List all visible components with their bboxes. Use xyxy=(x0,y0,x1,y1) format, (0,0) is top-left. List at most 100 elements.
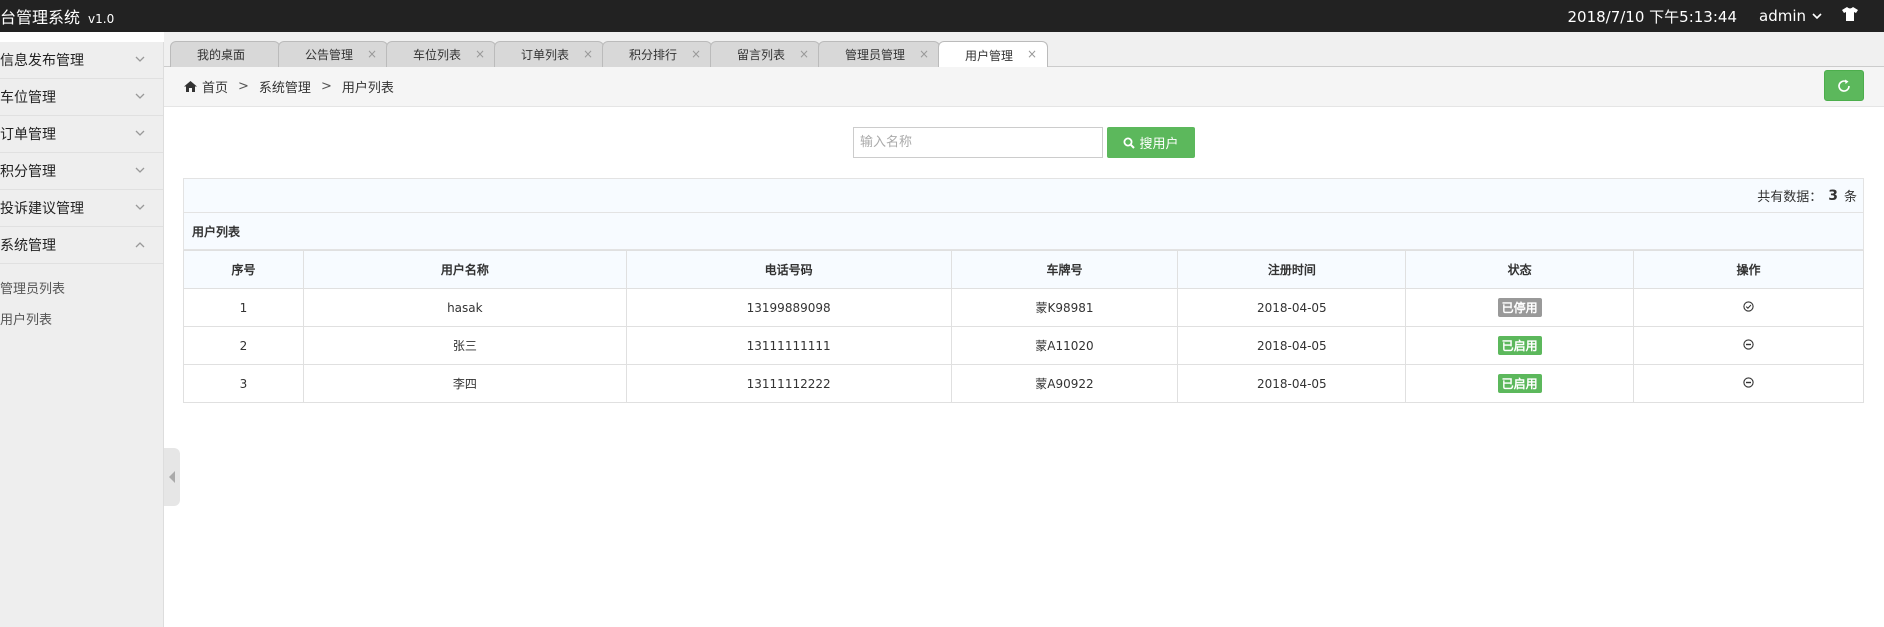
breadcrumb-separator: > xyxy=(320,79,332,94)
tab-notice[interactable]: 公告管理 × xyxy=(278,41,388,67)
status-badge: 已启用 xyxy=(1497,374,1542,393)
cell-action xyxy=(1633,364,1864,403)
chevron-down-icon xyxy=(135,204,145,210)
column-header: 电话号码 xyxy=(625,250,952,289)
sidebar-item-system[interactable]: 系统管理 xyxy=(0,227,163,264)
cell-plate: 蒙A90922 xyxy=(950,364,1179,403)
search-user-button[interactable]: 搜用户 xyxy=(1107,127,1195,158)
sidebar-item-label: 订单管理 xyxy=(0,127,56,143)
enable-icon[interactable] xyxy=(1743,300,1754,312)
tab-message-list[interactable]: 留言列表 × xyxy=(710,41,820,67)
sidebar-item-label: 积分管理 xyxy=(0,164,56,180)
column-header: 用户名称 xyxy=(302,250,627,289)
cell-action xyxy=(1633,326,1864,365)
table-row: 3 李四 13111112222 蒙A90922 2018-04-05 已启用 xyxy=(183,364,1864,403)
breadcrumb-home[interactable]: 首页 xyxy=(184,77,228,96)
chevron-down-icon xyxy=(135,130,145,136)
top-bar: 台管理系统 v1.0 2018/7/10 下午5:13:44 admin xyxy=(0,0,1884,32)
tab-close-icon[interactable]: × xyxy=(919,47,929,61)
breadcrumb-level2: 用户列表 xyxy=(341,81,394,96)
chevron-up-icon xyxy=(135,242,145,248)
tab-user-manage[interactable]: 用户管理 × xyxy=(938,41,1048,68)
disable-icon[interactable] xyxy=(1743,376,1754,388)
home-icon xyxy=(184,81,197,92)
cell-name: hasak xyxy=(302,288,627,327)
tab-order-list[interactable]: 订单列表 × xyxy=(494,41,604,67)
cell-name: 张三 xyxy=(302,326,627,365)
sidebar-item-orders[interactable]: 订单管理 xyxy=(0,116,163,153)
sidebar-item-label: 车位管理 xyxy=(0,90,56,106)
tab-desktop[interactable]: 我的桌面 xyxy=(170,41,280,67)
record-count-unit: 条 xyxy=(1843,190,1857,205)
cell-action xyxy=(1633,288,1864,327)
skin-icon[interactable] xyxy=(1842,7,1858,25)
sidebar-item-complaints[interactable]: 投诉建议管理 xyxy=(0,190,163,227)
table-header-row: 序号 用户名称 电话号码 车牌号 注册时间 状态 操作 xyxy=(183,250,1864,289)
user-menu[interactable]: admin xyxy=(1759,7,1822,25)
tab-parking-list[interactable]: 车位列表 × xyxy=(386,41,496,67)
cell-name: 李四 xyxy=(302,364,627,403)
record-count-bar: 共有数据： 3 条 xyxy=(183,178,1864,213)
chevron-left-icon xyxy=(169,471,175,483)
sidebar-item-label: 信息发布管理 xyxy=(0,53,84,69)
sidebar-item-parking[interactable]: 车位管理 xyxy=(0,79,163,116)
cell-phone: 13111111111 xyxy=(625,326,952,365)
breadcrumb-level1: 系统管理 xyxy=(258,81,311,96)
sidebar-collapse-handle[interactable] xyxy=(164,448,180,506)
cell-date: 2018-04-05 xyxy=(1177,326,1407,365)
sidebar-subitem-user-list[interactable]: 用户列表 xyxy=(0,303,163,334)
tab-label: 留言列表 xyxy=(737,48,786,62)
table-row: 2 张三 13111111111 蒙A11020 2018-04-05 已启用 xyxy=(183,326,1864,365)
column-header: 操作 xyxy=(1633,250,1864,289)
tab-admin-manage[interactable]: 管理员管理 × xyxy=(818,41,940,67)
chevron-down-icon xyxy=(135,167,145,173)
record-count-value: 3 xyxy=(1828,187,1838,204)
cell-status: 已启用 xyxy=(1405,364,1635,403)
disable-icon[interactable] xyxy=(1743,338,1754,350)
tab-close-icon[interactable]: × xyxy=(583,47,593,61)
breadcrumb-home-label: 首页 xyxy=(202,81,229,96)
cell-date: 2018-04-05 xyxy=(1177,364,1407,403)
app-brand: 台管理系统 v1.0 xyxy=(0,4,114,28)
sidebar-item-label: 投诉建议管理 xyxy=(0,201,84,217)
tab-label: 用户管理 xyxy=(965,48,1014,63)
record-count-prefix: 共有数据： xyxy=(1757,190,1823,205)
tab-label: 订单列表 xyxy=(521,48,570,62)
search-button-label: 搜用户 xyxy=(1139,137,1179,152)
sidebar: 信息发布管理 车位管理 订单管理 积分管理 投诉建议管理 系统管理 管理员列表 … xyxy=(0,42,164,627)
search-bar: 搜用户 xyxy=(853,127,1195,158)
app-title: 台管理系统 xyxy=(0,8,81,27)
status-badge: 已停用 xyxy=(1497,298,1542,317)
cell-phone: 13199889098 xyxy=(625,288,952,327)
tab-bar: 我的桌面 公告管理 × 车位列表 × 订单列表 × 积分排行 × 留言列表 × … xyxy=(164,32,1884,68)
tab-label: 积分排行 xyxy=(629,48,678,62)
tab-points-ranking[interactable]: 积分排行 × xyxy=(602,41,712,67)
cell-plate: 蒙K98981 xyxy=(950,288,1179,327)
sidebar-item-info-publish[interactable]: 信息发布管理 xyxy=(0,42,163,79)
status-badge: 已启用 xyxy=(1497,336,1542,355)
cell-no: 1 xyxy=(183,288,304,327)
chevron-down-icon xyxy=(1812,12,1822,19)
table-title: 用户列表 xyxy=(183,213,1864,250)
refresh-button[interactable] xyxy=(1824,70,1864,101)
search-input[interactable] xyxy=(853,127,1103,158)
breadcrumb-separator: > xyxy=(238,79,249,94)
cell-status: 已停用 xyxy=(1405,288,1635,327)
tab-close-icon[interactable]: × xyxy=(691,47,701,61)
cell-phone: 13111112222 xyxy=(625,364,952,403)
tab-close-icon[interactable]: × xyxy=(1027,47,1037,61)
tab-close-icon[interactable]: × xyxy=(367,47,377,61)
tab-close-icon[interactable]: × xyxy=(799,47,809,61)
sidebar-subitem-admin-list[interactable]: 管理员列表 xyxy=(0,272,163,303)
chevron-down-icon xyxy=(135,93,145,99)
column-header: 车牌号 xyxy=(950,250,1179,289)
tab-label: 车位列表 xyxy=(413,48,462,62)
username: admin xyxy=(1759,7,1806,25)
tab-close-icon[interactable]: × xyxy=(475,47,485,61)
tab-label: 公告管理 xyxy=(305,48,354,62)
column-header: 状态 xyxy=(1405,250,1635,289)
tab-label: 管理员管理 xyxy=(845,48,906,62)
sidebar-item-points[interactable]: 积分管理 xyxy=(0,153,163,190)
tab-label: 我的桌面 xyxy=(197,48,246,62)
refresh-icon xyxy=(1838,79,1850,92)
